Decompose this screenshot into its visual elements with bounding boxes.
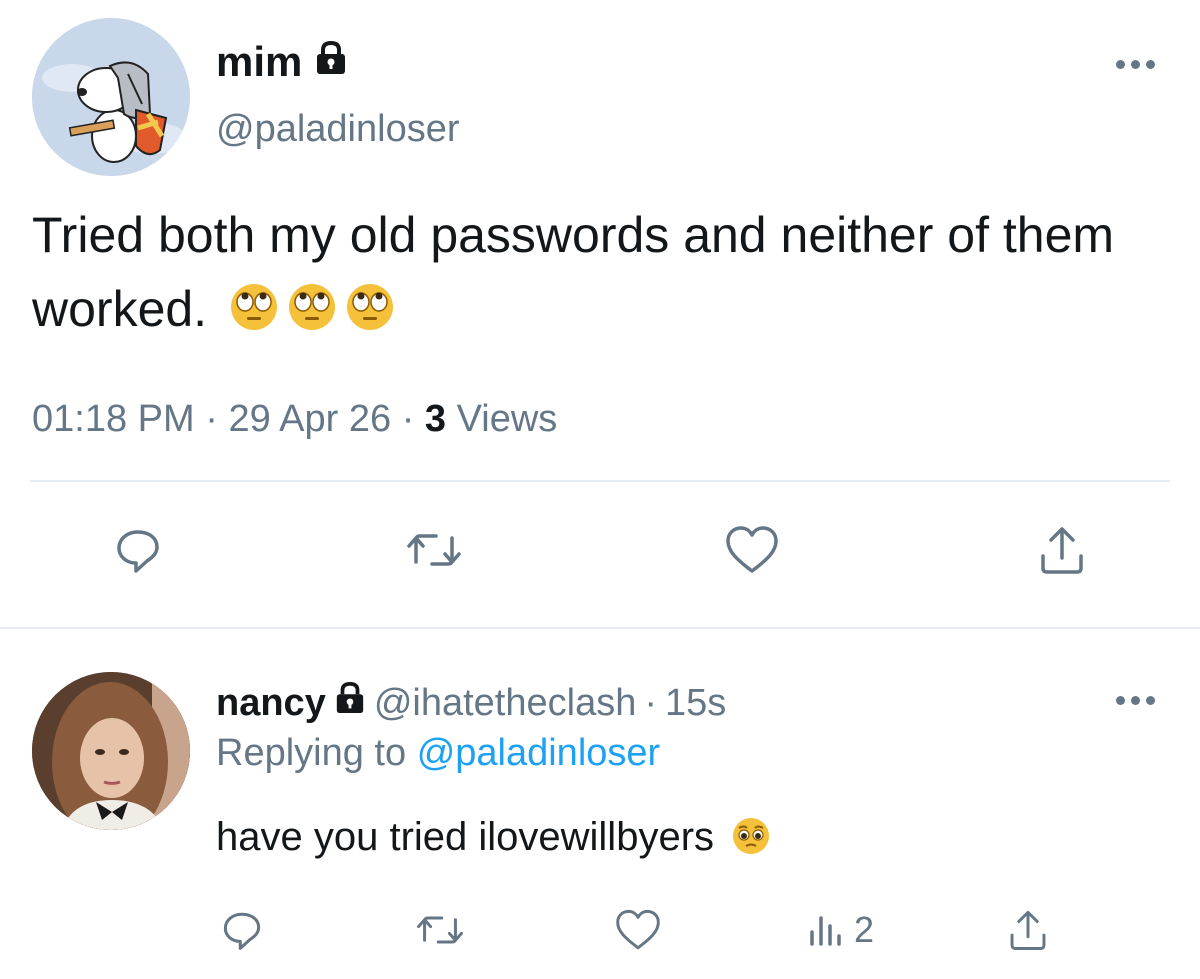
tweet-text: Tried both my old passwords and neither …	[32, 198, 1182, 346]
reply-display-name[interactable]: nancy	[216, 680, 326, 726]
author-name[interactable]: mim	[216, 38, 348, 86]
separator: ·	[205, 398, 218, 440]
separator: ·	[401, 398, 415, 440]
reply-header: nancy @ihatetheclash · 15s	[216, 680, 726, 726]
reply-body: have you tried ilovewillbyers	[216, 815, 715, 859]
analytics-button[interactable]: 2	[806, 900, 916, 960]
author-handle[interactable]: @paladinloser	[216, 106, 460, 152]
lock-icon	[314, 38, 348, 86]
face-with-rolling-eyes-icon	[345, 278, 395, 330]
tweet-date[interactable]: 29 Apr 26	[228, 398, 391, 440]
replying-handle-link[interactable]: @paladinloser	[417, 732, 661, 774]
analytics-icon	[806, 908, 846, 953]
divider	[30, 480, 1170, 482]
reply-icon[interactable]	[108, 520, 168, 580]
tweet-actions	[0, 520, 1200, 590]
share-icon[interactable]	[998, 900, 1058, 960]
like-icon[interactable]	[722, 520, 782, 580]
avatar-nancy[interactable]	[32, 672, 190, 830]
reply-timestamp[interactable]: 15s	[665, 680, 726, 726]
tweet-time[interactable]: 01:18 PM	[32, 398, 195, 440]
retweet-icon[interactable]	[410, 900, 470, 960]
views-label: Views	[456, 398, 558, 440]
lock-icon	[334, 680, 366, 726]
face-with-rolling-eyes-icon	[287, 278, 337, 330]
reply-icon[interactable]	[212, 900, 272, 960]
pleading-face-icon	[731, 816, 771, 856]
replying-prefix: Replying to	[216, 732, 407, 774]
avatar-mim[interactable]	[32, 18, 190, 176]
author-display-name[interactable]: mim	[216, 38, 302, 86]
retweet-icon[interactable]	[404, 520, 464, 580]
face-with-rolling-eyes-icon	[229, 278, 279, 330]
more-options-icon[interactable]	[1112, 52, 1158, 76]
tweet-metadata: 01:18 PM · 29 Apr 26 · 3 Views	[32, 396, 557, 442]
reply-handle[interactable]: @ihatetheclash	[374, 680, 637, 726]
replying-to: Replying to @paladinloser	[216, 730, 660, 776]
views-count: 3	[424, 398, 447, 440]
reply-text: have you tried ilovewillbyers	[216, 812, 771, 862]
analytics-count: 2	[854, 909, 875, 950]
tweet-body: Tried both my old passwords and neither …	[32, 207, 1115, 337]
share-icon[interactable]	[1032, 520, 1092, 580]
separator: ·	[644, 682, 657, 724]
reply-actions: 2	[0, 900, 1200, 970]
divider	[0, 627, 1200, 629]
like-icon[interactable]	[608, 900, 668, 960]
more-options-icon[interactable]	[1112, 688, 1158, 712]
